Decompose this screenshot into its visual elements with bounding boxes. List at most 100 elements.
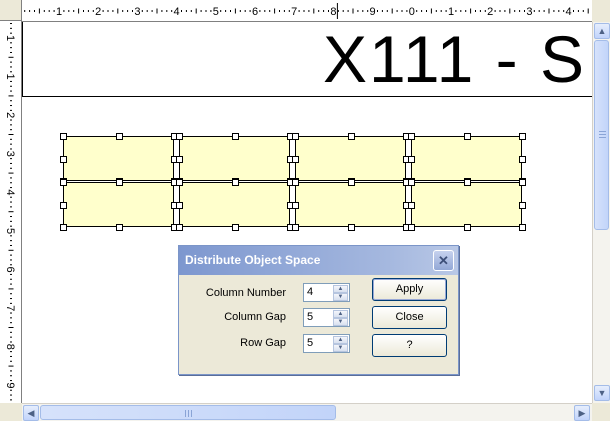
distribute-object-space-dialog: Distribute Object Space ✕ Column Number … bbox=[178, 245, 459, 375]
resize-handle[interactable] bbox=[292, 133, 299, 140]
horizontal-ruler: 1 2 3 4 5 6 7 8 9 0 1 2 3 4 bbox=[22, 0, 592, 22]
ruler-label: 7 bbox=[4, 305, 16, 311]
resize-handle[interactable] bbox=[60, 133, 67, 140]
canvas-object[interactable] bbox=[295, 182, 406, 227]
vertical-scroll-thumb[interactable] bbox=[594, 40, 609, 230]
canvas-object[interactable] bbox=[179, 136, 290, 181]
resize-handle[interactable] bbox=[347, 224, 355, 231]
canvas-object[interactable] bbox=[63, 182, 174, 227]
resize-handle[interactable] bbox=[408, 155, 415, 163]
resize-handle[interactable] bbox=[231, 179, 239, 186]
ruler-label: 6 bbox=[4, 267, 16, 273]
ruler-label: 4 bbox=[174, 6, 180, 18]
resize-handle[interactable] bbox=[176, 133, 183, 140]
help-button[interactable]: ? bbox=[372, 334, 447, 357]
resize-handle[interactable] bbox=[292, 179, 299, 186]
resize-handle[interactable] bbox=[115, 179, 123, 186]
ruler-label: 2 bbox=[4, 112, 16, 118]
resize-handle[interactable] bbox=[231, 133, 239, 140]
ruler-label: 2 bbox=[487, 6, 493, 18]
resize-handle[interactable] bbox=[292, 201, 299, 209]
resize-handle[interactable] bbox=[519, 224, 526, 231]
column-gap-label: Column Gap bbox=[224, 311, 286, 323]
spin-up-icon[interactable]: ▲ bbox=[333, 310, 348, 318]
close-button[interactable]: Close bbox=[372, 306, 447, 329]
resize-handle[interactable] bbox=[60, 155, 67, 163]
row-gap-spinner[interactable]: 5 ▲ ▼ bbox=[303, 334, 350, 353]
canvas-object[interactable] bbox=[179, 182, 290, 227]
ruler-label: 5 bbox=[4, 228, 16, 234]
resize-handle[interactable] bbox=[408, 133, 415, 140]
ruler-label: 9 bbox=[4, 382, 16, 388]
resize-handle[interactable] bbox=[347, 133, 355, 140]
canvas-object[interactable] bbox=[411, 182, 522, 227]
ruler-label: 2 bbox=[95, 6, 101, 18]
resize-handle[interactable] bbox=[292, 155, 299, 163]
resize-handle[interactable] bbox=[176, 179, 183, 186]
resize-handle[interactable] bbox=[463, 224, 471, 231]
ruler-label: 1 bbox=[56, 6, 62, 18]
ruler-label: 3 bbox=[526, 6, 532, 18]
resize-handle[interactable] bbox=[408, 224, 415, 231]
scroll-right-button[interactable]: ▶ bbox=[574, 405, 590, 421]
row-gap-label: Row Gap bbox=[240, 337, 286, 349]
ruler-label: 8 bbox=[330, 6, 336, 18]
spin-down-icon[interactable]: ▼ bbox=[333, 318, 348, 326]
scroll-left-button[interactable]: ◀ bbox=[23, 405, 39, 421]
resize-handle[interactable] bbox=[115, 224, 123, 231]
canvas-object[interactable] bbox=[63, 136, 174, 181]
column-number-label: Column Number bbox=[205, 287, 286, 299]
ruler-corner bbox=[0, 0, 22, 21]
ruler-label: 1 bbox=[4, 35, 16, 41]
column-number-spinner[interactable]: 4 ▲ ▼ bbox=[303, 283, 350, 302]
apply-button[interactable]: Apply bbox=[372, 278, 447, 301]
resize-handle[interactable] bbox=[408, 179, 415, 186]
ruler-label: 6 bbox=[252, 6, 258, 18]
spin-down-icon[interactable]: ▼ bbox=[333, 344, 348, 352]
spin-up-icon[interactable]: ▲ bbox=[333, 336, 348, 344]
horizontal-scrollbar[interactable]: ◀ ▶ bbox=[22, 403, 592, 421]
row-gap-value[interactable]: 5 bbox=[307, 337, 313, 349]
canvas-object[interactable] bbox=[411, 136, 522, 181]
resize-handle[interactable] bbox=[519, 155, 526, 163]
resize-handle[interactable] bbox=[519, 133, 526, 140]
column-gap-spinner[interactable]: 5 ▲ ▼ bbox=[303, 308, 350, 327]
ruler-label: 4 bbox=[566, 6, 572, 18]
resize-handle[interactable] bbox=[347, 179, 355, 186]
ruler-label: 9 bbox=[370, 6, 376, 18]
resize-handle[interactable] bbox=[176, 224, 183, 231]
scroll-down-button[interactable]: ▼ bbox=[594, 385, 610, 401]
vertical-ruler: 1 1 2 3 4 5 6 7 8 9 bbox=[0, 21, 22, 403]
spin-up-icon[interactable]: ▲ bbox=[333, 285, 348, 293]
page-title: X111 - S bbox=[323, 22, 587, 96]
ruler-label: 4 bbox=[4, 189, 16, 195]
resize-handle[interactable] bbox=[463, 133, 471, 140]
resize-handle[interactable] bbox=[519, 201, 526, 209]
vertical-scrollbar[interactable]: ▲ ▼ bbox=[592, 22, 610, 403]
resize-handle[interactable] bbox=[60, 179, 67, 186]
resize-handle[interactable] bbox=[408, 201, 415, 209]
resize-handle[interactable] bbox=[292, 224, 299, 231]
column-number-value[interactable]: 4 bbox=[307, 286, 313, 298]
resize-handle[interactable] bbox=[115, 133, 123, 140]
ruler-label: 1 bbox=[4, 74, 16, 80]
title-frame[interactable]: X111 - S bbox=[22, 22, 592, 97]
resize-handle[interactable] bbox=[519, 179, 526, 186]
resize-handle[interactable] bbox=[60, 201, 67, 209]
column-gap-value[interactable]: 5 bbox=[307, 311, 313, 323]
ruler-label: 0 bbox=[409, 6, 415, 18]
resize-handle[interactable] bbox=[60, 224, 67, 231]
resize-handle[interactable] bbox=[463, 179, 471, 186]
ruler-label: 1 bbox=[448, 6, 454, 18]
spin-down-icon[interactable]: ▼ bbox=[333, 293, 348, 301]
scroll-corner bbox=[592, 403, 610, 421]
dialog-titlebar[interactable]: Distribute Object Space ✕ bbox=[179, 246, 458, 275]
resize-handle[interactable] bbox=[176, 155, 183, 163]
resize-handle[interactable] bbox=[176, 201, 183, 209]
resize-handle[interactable] bbox=[231, 224, 239, 231]
horizontal-scroll-thumb[interactable] bbox=[40, 405, 336, 420]
ruler-label: 3 bbox=[134, 6, 140, 18]
canvas-object[interactable] bbox=[295, 136, 406, 181]
scroll-up-button[interactable]: ▲ bbox=[594, 23, 610, 39]
dialog-close-button[interactable]: ✕ bbox=[433, 250, 454, 271]
